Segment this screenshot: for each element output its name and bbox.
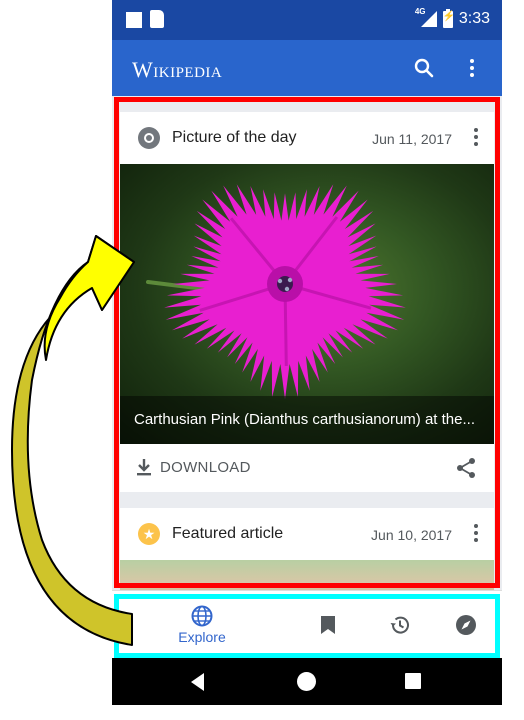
- card-header: ★ Featured article Jun 10, 2017: [120, 508, 494, 560]
- picture-of-the-day-card[interactable]: Picture of the day Jun 11, 2017 Carthusi…: [120, 112, 494, 492]
- card-overflow-icon[interactable]: [472, 128, 480, 148]
- more-vert-icon[interactable]: [460, 56, 484, 80]
- phone-screen: 4G 3:33 Wikipedia Picture of the day Jun…: [112, 0, 502, 705]
- bottom-navigation: Explore: [112, 590, 502, 658]
- home-icon[interactable]: [297, 672, 316, 691]
- app-title: Wikipedia: [132, 57, 223, 82]
- nav-explore-label: Explore: [178, 629, 226, 645]
- featured-image[interactable]: Carthusian Pink (Dianthus carthusianorum…: [120, 164, 494, 444]
- sd-card-icon: [150, 10, 164, 28]
- share-icon[interactable]: [454, 456, 478, 480]
- notification-icon: [126, 12, 142, 28]
- card-actions: DOWNLOAD: [120, 444, 494, 492]
- download-icon: [136, 458, 152, 476]
- explore-feed[interactable]: Picture of the day Jun 11, 2017 Carthusi…: [112, 96, 502, 590]
- caption-bar: Carthusian Pink (Dianthus carthusianorum…: [120, 396, 494, 444]
- image-caption: Carthusian Pink (Dianthus carthusianorum…: [134, 411, 475, 428]
- battery-icon: [442, 8, 455, 28]
- nav-nearby[interactable]: [446, 591, 486, 659]
- featured-article-card[interactable]: ★ Featured article Jun 10, 2017: [120, 508, 494, 590]
- android-navigation-bar: [112, 658, 502, 705]
- globe-icon: [191, 605, 213, 627]
- bookmark-icon: [321, 616, 335, 634]
- search-icon[interactable]: [412, 56, 436, 80]
- download-label: DOWNLOAD: [160, 458, 251, 476]
- nav-explore[interactable]: Explore: [162, 591, 242, 659]
- nav-reading-lists[interactable]: [308, 591, 348, 659]
- status-time: 3:33: [458, 10, 490, 27]
- history-icon: [390, 616, 409, 634]
- compass-icon: [456, 615, 476, 635]
- back-icon[interactable]: [191, 673, 204, 691]
- article-map-image[interactable]: [120, 560, 494, 590]
- card-header: Picture of the day Jun 11, 2017: [120, 112, 494, 164]
- star-icon: ★: [138, 523, 160, 545]
- recents-icon[interactable]: [405, 673, 421, 689]
- signal-icon: 4G: [415, 7, 437, 27]
- app-bar: Wikipedia: [112, 40, 502, 96]
- camera-icon: [138, 127, 160, 149]
- status-bar: 4G 3:33: [112, 0, 502, 40]
- card-date: Jun 11, 2017: [372, 131, 452, 147]
- card-title: Featured article: [172, 525, 284, 542]
- nav-history[interactable]: [380, 591, 420, 659]
- status-right: 4G 3:33: [415, 7, 490, 28]
- card-date: Jun 10, 2017: [371, 527, 452, 543]
- card-overflow-icon[interactable]: [472, 524, 480, 544]
- download-button[interactable]: DOWNLOAD: [136, 458, 251, 476]
- card-title: Picture of the day: [172, 129, 297, 146]
